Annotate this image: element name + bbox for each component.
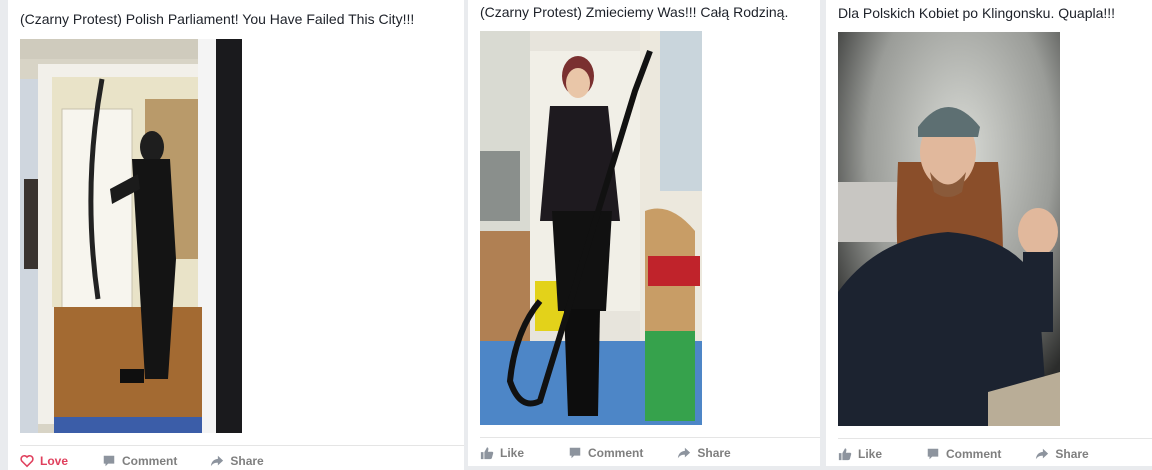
like-label: Like [858, 447, 883, 461]
post-card-3: Dla Polskich Kobiet po Klingonsku. Quapl… [826, 0, 1152, 466]
actions-divider [480, 437, 820, 438]
comment-label: Comment [946, 447, 1002, 461]
post-photo-archer[interactable] [20, 39, 242, 433]
share-label: Share [230, 454, 264, 468]
love-label: Love [40, 454, 69, 468]
post-photo-klingon[interactable] [838, 32, 1060, 426]
post-photo-vacuum[interactable] [480, 31, 702, 425]
comment-button[interactable]: Comment [568, 445, 643, 461]
comment-label: Comment [122, 454, 178, 468]
share-label: Share [1055, 447, 1089, 461]
post-caption: Dla Polskich Kobiet po Klingonsku. Quapl… [838, 5, 1116, 21]
share-label: Share [697, 446, 731, 460]
comment-button[interactable]: Comment [926, 446, 1001, 462]
post-actions: Like Comment Share [838, 446, 1089, 462]
share-icon [1035, 447, 1049, 461]
post-actions: Love Comment Share [20, 453, 264, 469]
share-button[interactable]: Share [1035, 446, 1089, 462]
photo-archer-costume [20, 39, 242, 433]
post-caption: (Czarny Protest) Zmieciemy Was!!! Całą R… [480, 4, 789, 20]
comment-icon [568, 446, 582, 460]
photo-woman-vacuum [480, 31, 702, 425]
comment-button[interactable]: Comment [102, 453, 177, 469]
share-icon [677, 446, 691, 460]
post-card-2: (Czarny Protest) Zmieciemy Was!!! Całą R… [468, 0, 820, 466]
post-card-1: (Czarny Protest) Polish Parliament! You … [8, 0, 464, 470]
like-icon [838, 447, 852, 461]
like-label: Like [500, 446, 525, 460]
share-button[interactable]: Share [677, 445, 731, 461]
share-icon [210, 454, 224, 468]
like-button[interactable]: Like [480, 445, 524, 461]
heart-icon [20, 454, 34, 468]
share-button[interactable]: Share [210, 453, 264, 469]
like-icon [480, 446, 494, 460]
comment-label: Comment [588, 446, 644, 460]
post-actions: Like Comment Share [480, 445, 731, 461]
actions-divider [838, 438, 1152, 439]
comment-icon [926, 447, 940, 461]
comment-icon [102, 454, 116, 468]
like-button[interactable]: Like [838, 446, 882, 462]
photo-man-bandana [838, 32, 1060, 426]
post-caption: (Czarny Protest) Polish Parliament! You … [20, 11, 415, 27]
actions-divider [20, 445, 464, 446]
love-button[interactable]: Love [20, 453, 68, 469]
